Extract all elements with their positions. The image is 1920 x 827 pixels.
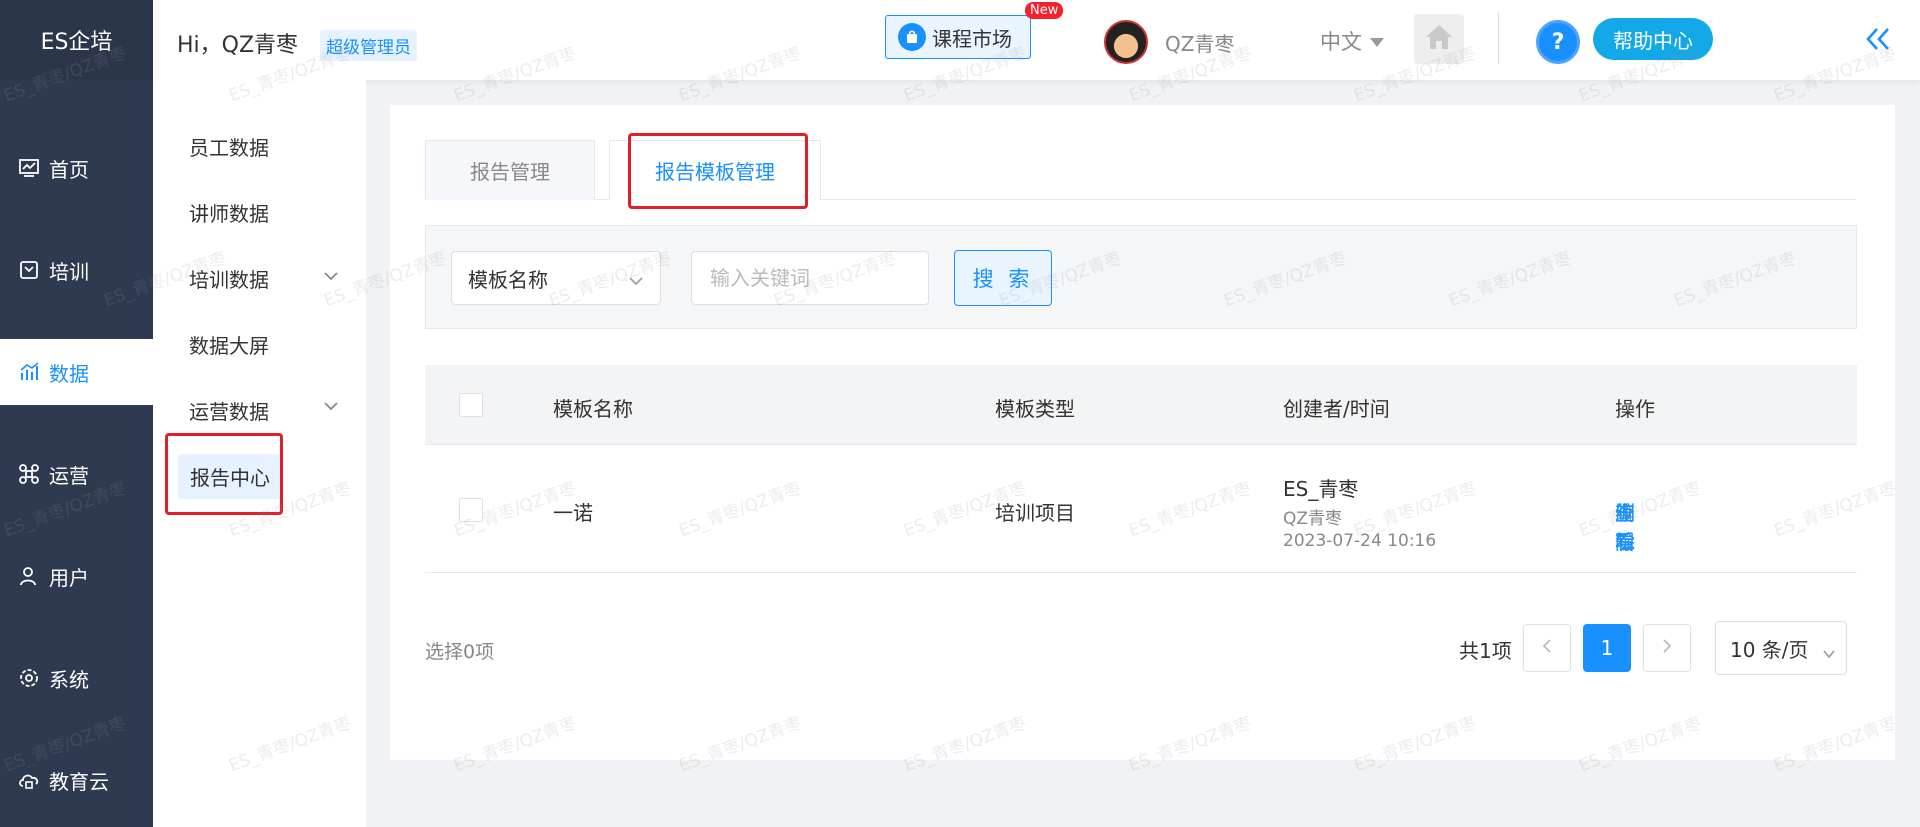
- top-header: Hi，QZ青枣 超级管理员 课程市场 New QZ青枣 中文 ? 帮助中心: [153, 0, 1920, 80]
- gear-icon: [17, 666, 41, 690]
- sidebar-item-label: 首页: [49, 157, 89, 182]
- select-all-checkbox[interactable]: [459, 393, 483, 417]
- chart-monitor-icon: [17, 156, 41, 180]
- chevron-down-icon: [1822, 642, 1836, 666]
- book-icon: [17, 258, 41, 282]
- chevron-down-icon: [628, 270, 644, 294]
- creator-name: ES_青枣: [1283, 477, 1359, 501]
- search-button[interactable]: 搜 索: [954, 250, 1052, 306]
- help-question-icon[interactable]: ?: [1536, 20, 1580, 64]
- chevron-down-icon[interactable]: [323, 398, 339, 414]
- row-template-name: 一诺: [553, 501, 593, 525]
- col-template-name: 模板名称: [553, 397, 633, 421]
- sidebar-item-label: 用户: [49, 565, 89, 590]
- delete-link[interactable]: 删除: [1615, 497, 1635, 555]
- creator-sub: QZ青枣: [1283, 509, 1343, 529]
- next-page-button[interactable]: [1643, 624, 1691, 672]
- highlight-box: [165, 433, 283, 515]
- sidebar-item-data[interactable]: 数据: [0, 339, 153, 405]
- sidebar-item-edu-cloud[interactable]: 教育云: [0, 747, 153, 813]
- shopping-bag-icon: [898, 23, 926, 51]
- sidebar-item-label: 运营: [49, 463, 89, 488]
- language-label: 中文: [1320, 30, 1362, 54]
- main-sidebar: ES企培 首页 培训 数据 运营 用户 系统 教育云: [0, 0, 153, 827]
- language-dropdown[interactable]: 中文: [1320, 26, 1384, 56]
- table-row: 一诺 培训项目 ES_青枣 QZ青枣 2023-07-24 10:16 编辑 查…: [425, 445, 1857, 573]
- main-card: 报告管理 报告模板管理 模板名称 搜 索 模板名称 模板类型 创建者/时间 操作…: [390, 105, 1895, 760]
- highlight-box: [628, 133, 808, 209]
- keyword-input[interactable]: [691, 251, 929, 305]
- sidebar-item-operations[interactable]: 运营: [0, 441, 153, 507]
- course-market-label: 课程市场: [932, 26, 1012, 51]
- help-center-button[interactable]: 帮助中心: [1593, 18, 1713, 60]
- username[interactable]: QZ青枣: [1165, 28, 1234, 57]
- chevron-right-icon: [1661, 638, 1673, 658]
- chevron-left-icon: [1541, 638, 1553, 658]
- home-button[interactable]: [1414, 14, 1464, 64]
- greeting-text: Hi，QZ青枣: [177, 33, 299, 58]
- chevron-down-icon[interactable]: [323, 268, 339, 284]
- caret-down-icon: [1370, 29, 1384, 53]
- page-size-select[interactable]: 10 条/页: [1715, 621, 1847, 675]
- bar-chart-icon: [17, 360, 41, 384]
- cloud-icon: [17, 768, 41, 792]
- sidebar-item-label: 教育云: [49, 769, 109, 794]
- prev-page-button[interactable]: [1523, 624, 1571, 672]
- tab-report-management[interactable]: 报告管理: [425, 140, 595, 200]
- home-icon: [1424, 23, 1454, 55]
- avatar[interactable]: [1104, 20, 1148, 64]
- command-icon: [17, 462, 41, 486]
- row-template-type: 培训项目: [995, 501, 1075, 525]
- role-badge: 超级管理员: [320, 30, 417, 61]
- sidebar-item-training[interactable]: 培训: [0, 237, 153, 303]
- col-template-type: 模板类型: [995, 397, 1075, 421]
- collapse-double-chevron-icon[interactable]: [1861, 22, 1895, 56]
- field-select-value: 模板名称: [468, 267, 548, 292]
- filter-bar: 模板名称 搜 索: [425, 225, 1857, 329]
- submenu-item-staff-data[interactable]: 员工数据: [189, 132, 269, 161]
- field-select[interactable]: 模板名称: [451, 251, 661, 305]
- page-size-value: 10 条/页: [1730, 637, 1809, 662]
- submenu-item-operations-data[interactable]: 运营数据: [189, 396, 269, 425]
- user-icon: [17, 564, 41, 588]
- row-creator: ES_青枣 QZ青枣 2023-07-24 10:16: [1283, 473, 1436, 551]
- sidebar-item-users[interactable]: 用户: [0, 543, 153, 609]
- total-count: 共1项: [1459, 639, 1512, 663]
- sidebar-item-label: 数据: [49, 361, 89, 386]
- row-checkbox[interactable]: [459, 498, 483, 522]
- submenu-item-training-data[interactable]: 培训数据: [189, 264, 269, 293]
- sidebar-item-home[interactable]: 首页: [0, 135, 153, 201]
- table-header: 模板名称 模板类型 创建者/时间 操作: [425, 365, 1857, 445]
- course-market-button[interactable]: 课程市场: [885, 15, 1031, 59]
- sidebar-item-system[interactable]: 系统: [0, 645, 153, 711]
- sidebar-item-label: 培训: [49, 259, 89, 284]
- header-divider: [1498, 12, 1499, 64]
- submenu-item-data-screen[interactable]: 数据大屏: [189, 330, 269, 359]
- selected-count: 选择0项: [425, 641, 495, 663]
- data-submenu: 员工数据 讲师数据 培训数据 数据大屏 运营数据 报告中心: [153, 80, 366, 827]
- new-badge: New: [1025, 2, 1064, 19]
- page-1-button[interactable]: 1: [1583, 624, 1631, 672]
- app-logo[interactable]: ES企培: [0, 0, 153, 80]
- submenu-item-lecturer-data[interactable]: 讲师数据: [189, 198, 269, 227]
- col-actions: 操作: [1615, 397, 1655, 421]
- created-time: 2023-07-24 10:16: [1283, 531, 1437, 551]
- col-creator-time: 创建者/时间: [1283, 397, 1390, 421]
- sidebar-item-label: 系统: [49, 667, 89, 692]
